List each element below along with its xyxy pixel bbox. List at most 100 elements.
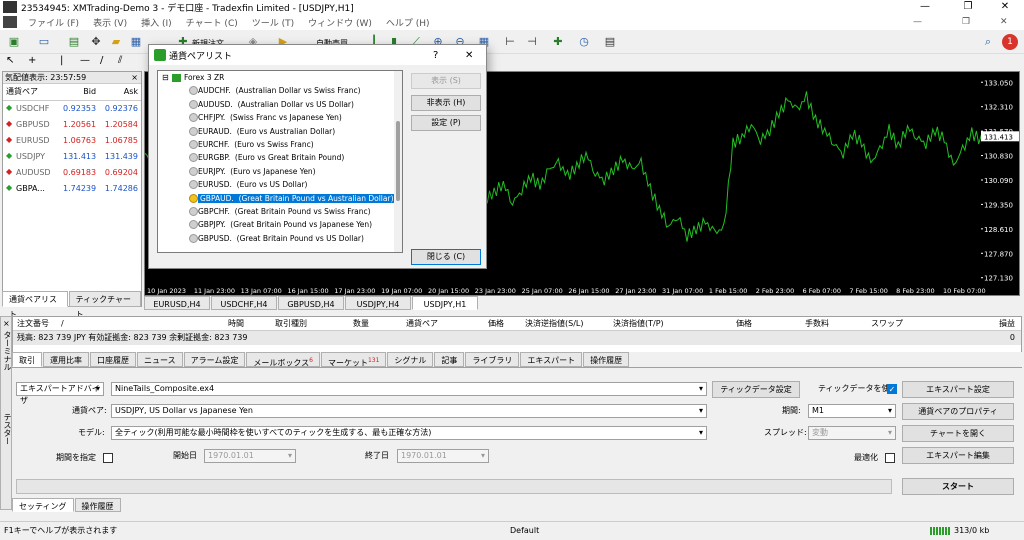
column-header[interactable]: / <box>61 319 64 328</box>
symbol-tree-item[interactable]: EURUSD. (Euro vs US Dollar) <box>158 178 402 191</box>
profiles-icon[interactable]: ▭ <box>36 34 52 50</box>
templates-icon[interactable]: ▤ <box>602 34 618 50</box>
hide-button[interactable]: 非表示 (H) <box>411 95 481 111</box>
tree-group[interactable]: ⊟ Forex 3 ZR <box>158 71 402 84</box>
properties-button[interactable]: 設定 (P) <box>411 115 481 131</box>
expert-select[interactable]: NineTails_Composite.ex4 ▾ <box>111 382 707 396</box>
terminal-tab[interactable]: アラーム設定 <box>183 352 246 367</box>
expert-settings-button[interactable]: エキスパート設定 <box>902 381 1014 398</box>
symbol-tree-item[interactable]: EURCHF. (Euro vs Swiss Franc) <box>158 138 402 151</box>
menu-view[interactable]: 表示 (V) <box>86 16 134 29</box>
terminal-tab[interactable]: マーケット131 <box>320 352 387 368</box>
dialog-close-text-button[interactable]: 閉じる (C) <box>411 249 481 265</box>
symbol-tree[interactable]: ⊟ Forex 3 ZR AUDCHF. (Australian Dollar … <box>157 70 403 253</box>
tester-type-select[interactable]: エキスパートアドバイザ ▾ <box>16 382 104 405</box>
dialog-close-button[interactable]: ✕ <box>465 50 473 61</box>
tab-journal[interactable]: 操作履歴 <box>74 498 121 512</box>
help-button[interactable]: ? <box>433 50 438 61</box>
market-watch-icon[interactable]: ▤ <box>66 34 82 50</box>
terminal-tab[interactable]: ライブラリ <box>465 352 520 367</box>
symbol-properties-button[interactable]: 通貨ペアのプロパティ <box>902 403 1014 420</box>
tick-data-settings-button[interactable]: ティックデータ設定 <box>712 381 800 398</box>
tab-tick-chart[interactable]: ティックチャート <box>68 291 141 319</box>
column-header[interactable]: 手数料 <box>805 318 829 329</box>
menu-insert[interactable]: 挿入 (I) <box>134 16 179 29</box>
column-header[interactable]: 時間 <box>228 318 244 329</box>
column-header[interactable]: 決済逆指値(S/L) <box>525 318 583 329</box>
column-header[interactable]: 通貨ペア <box>3 84 58 101</box>
symbol-tree-item[interactable]: EURAUD. (Euro vs Australian Dollar) <box>158 125 402 138</box>
market-watch-row[interactable]: ◆ GBPA... 1.74239 1.74286 <box>3 180 141 196</box>
child-restore-icon[interactable]: ❐ <box>962 17 970 27</box>
notification-badge[interactable]: 1 <box>1002 34 1018 50</box>
symbol-tree-item[interactable]: EURJPY. (Euro vs Japanese Yen) <box>158 165 402 178</box>
modify-expert-button[interactable]: エキスパート編集 <box>902 447 1014 464</box>
column-header[interactable]: 損益 <box>999 318 1015 329</box>
spread-select[interactable]: 変動 ▾ <box>808 426 896 440</box>
menu-help[interactable]: ヘルプ (H) <box>379 16 437 29</box>
column-header[interactable]: Bid <box>57 84 100 101</box>
crosshair-icon[interactable]: + <box>28 55 36 66</box>
market-watch-row[interactable]: ◆ USDJPY 131.413 131.439 <box>3 148 141 164</box>
symbol-tree-item[interactable]: EURGBP. (Euro vs Great Britain Pound) <box>158 151 402 164</box>
market-watch-row[interactable]: ◆ USDCHF 0.92353 0.92376 <box>3 100 141 116</box>
column-header[interactable]: 価格 <box>736 318 752 329</box>
vertical-line-icon[interactable]: | <box>60 55 63 66</box>
symbol-tree-item[interactable]: GBPCHF. (Great Britain Pound vs Swiss Fr… <box>158 205 402 218</box>
terminal-tab[interactable]: 口座履歴 <box>90 352 136 367</box>
crosshair-nav-icon[interactable]: ✥ <box>88 34 104 50</box>
to-date-field[interactable]: 1970.01.01 ▾ <box>397 449 489 463</box>
chart-tab[interactable]: USDJPY,H4 <box>345 296 411 310</box>
symbol-tree-item[interactable]: GBPJPY. (Great Britain Pound vs Japanese… <box>158 218 402 231</box>
symbol-tree-item[interactable]: CHFJPY. (Swiss Franc vs Japanese Yen) <box>158 111 402 124</box>
column-header[interactable]: 価格 <box>488 318 504 329</box>
child-close-icon[interactable]: ✕ <box>1000 17 1008 27</box>
trendline-icon[interactable]: / <box>100 55 103 66</box>
restore-button[interactable]: ❐ <box>953 0 983 14</box>
terminal-tab[interactable]: 運用比率 <box>43 352 89 367</box>
market-watch-row[interactable]: ◆ GBPUSD 1.20561 1.20584 <box>3 116 141 132</box>
chart-tab[interactable]: USDJPY,H1 <box>412 296 478 310</box>
chart-tab[interactable]: USDCHF,H4 <box>211 296 277 310</box>
auto-scroll-icon[interactable]: ⊣ <box>524 34 540 50</box>
symbol-tree-item[interactable]: GBPAUD. (Great Britain Pound vs Australi… <box>158 192 402 205</box>
channel-icon[interactable]: ⫽ <box>118 55 122 66</box>
symbol-tree-item[interactable]: AUDUSD. (Australian Dollar vs US Dollar) <box>158 98 402 111</box>
menu-file[interactable]: ファイル (F) <box>21 16 86 29</box>
from-date-field[interactable]: 1970.01.01 ▾ <box>204 449 296 463</box>
show-button[interactable]: 表示 (S) <box>411 73 481 89</box>
cursor-icon[interactable]: ↖ <box>6 55 14 66</box>
symbol-tree-item[interactable]: GBPUSD. (Great Britain Pound vs US Dolla… <box>158 232 402 245</box>
period-select[interactable]: M1 ▾ <box>808 404 896 418</box>
indicators-icon[interactable]: ✚ <box>550 34 566 50</box>
column-header[interactable]: 決済指値(T/P) <box>613 318 664 329</box>
menu-chart[interactable]: チャート (C) <box>179 16 245 29</box>
search-icon[interactable]: ⌕ <box>980 34 996 50</box>
terminal-tab[interactable]: 記事 <box>434 352 465 367</box>
menu-window[interactable]: ウィンドウ (W) <box>301 16 379 29</box>
tree-scrollbar[interactable] <box>394 71 402 252</box>
terminal-tab[interactable]: 取引 <box>12 352 42 367</box>
terminal-tab[interactable]: 操作履歴 <box>583 352 630 367</box>
menu-tools[interactable]: ツール (T) <box>245 16 301 29</box>
column-header[interactable]: 通貨ペア <box>406 318 438 329</box>
folder-icon[interactable]: ▰ <box>108 34 124 50</box>
market-watch-row[interactable]: ◆ AUDUSD 0.69183 0.69204 <box>3 164 141 180</box>
scrollbar-thumb[interactable] <box>396 121 400 201</box>
close-icon[interactable]: × <box>131 72 138 84</box>
close-window-button[interactable]: ✕ <box>990 0 1020 14</box>
market-watch-row[interactable]: ◆ EURUSD 1.06763 1.06785 <box>3 132 141 148</box>
open-chart-button[interactable]: チャートを開く <box>902 425 1014 442</box>
minimize-button[interactable]: — <box>910 0 940 14</box>
terminal-tab[interactable]: ニュース <box>137 352 183 367</box>
collapse-icon[interactable]: ⊟ <box>162 71 169 84</box>
close-icon[interactable]: × <box>3 319 10 328</box>
tab-symbols[interactable]: 通貨ペアリスト <box>2 291 68 319</box>
optimize-checkbox[interactable] <box>885 453 895 463</box>
start-button[interactable]: スタート <box>902 478 1014 495</box>
horizontal-line-icon[interactable]: — <box>80 55 90 66</box>
column-header[interactable]: スワップ <box>871 318 903 329</box>
use-tick-data-checkbox[interactable]: ✓ <box>887 384 897 394</box>
child-minimize-icon[interactable]: — <box>913 17 922 27</box>
symbol-select[interactable]: USDJPY, US Dollar vs Japanese Yen ▾ <box>111 404 707 418</box>
